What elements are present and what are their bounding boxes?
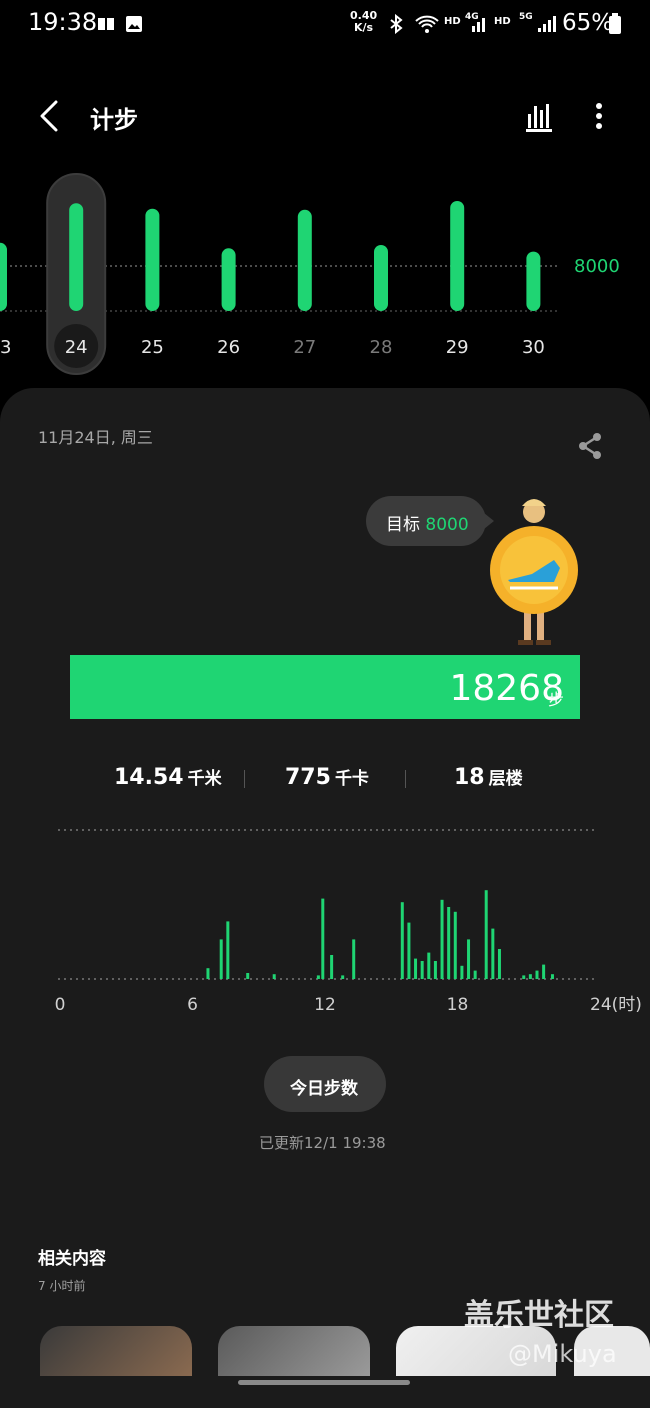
share-icon[interactable] xyxy=(574,430,606,462)
related-content-time: 7 小时前 xyxy=(38,1279,86,1293)
hourly-bar-15 xyxy=(433,961,437,979)
calories-stat: 775 千卡 xyxy=(285,765,369,790)
hourly-bar-20 xyxy=(467,939,471,979)
hourly-bar-0 xyxy=(206,968,210,979)
day-label-26[interactable]: 26 xyxy=(217,337,240,358)
hourly-bar-21 xyxy=(473,970,477,979)
signal-icon-2 xyxy=(538,16,556,32)
week-bar-25[interactable] xyxy=(145,208,160,311)
stat-divider xyxy=(244,770,245,788)
week-bar-27[interactable] xyxy=(297,209,312,311)
bar-chart-icon[interactable] xyxy=(520,98,560,138)
hd-label-1: HD xyxy=(444,16,461,27)
hourly-bar-29 xyxy=(550,974,554,979)
day-label-27[interactable]: 27 xyxy=(293,337,316,358)
hourly-bar-4 xyxy=(272,974,276,979)
goal-bubble-text: 目标 8000 xyxy=(386,515,469,535)
network-label-2: 5G xyxy=(519,12,533,22)
hour-axis-label: 6 xyxy=(187,995,198,1015)
net-speed: 0.40 K/s xyxy=(350,9,378,34)
hourly-bar-19 xyxy=(460,965,464,979)
back-button[interactable] xyxy=(30,96,70,136)
stat-divider xyxy=(405,770,406,788)
hourly-bar-16 xyxy=(440,899,444,979)
hourly-bar-3 xyxy=(246,973,250,979)
hourly-bar-28 xyxy=(542,964,546,979)
day-label-29[interactable]: 29 xyxy=(446,337,469,358)
goal-line-label: 8000 xyxy=(574,256,620,277)
hour-axis-label: 24(时) xyxy=(590,995,642,1015)
watermark: 盖乐世社区 xyxy=(464,1298,614,1333)
battery-icon xyxy=(609,13,621,34)
image-icon xyxy=(126,16,142,32)
hourly-bar-9 xyxy=(352,939,356,979)
today-steps-label[interactable]: 今日步数 xyxy=(290,1074,358,1099)
bluetooth-icon xyxy=(390,14,403,34)
hourly-bar-13 xyxy=(420,961,424,979)
hourly-bar-7 xyxy=(330,955,334,979)
week-bar-26[interactable] xyxy=(221,248,236,311)
hourly-bar-24 xyxy=(497,949,501,979)
battery-percentage: 65% xyxy=(562,10,614,36)
week-bar-29[interactable] xyxy=(450,201,465,311)
day-label-25[interactable]: 25 xyxy=(141,337,164,358)
hourly-bar-2 xyxy=(226,921,230,979)
hourly-bar-12 xyxy=(414,958,418,979)
date-label: 11月24日, 周三 xyxy=(38,428,153,447)
related-content-title: 相关内容 xyxy=(38,1249,106,1269)
hourly-bar-5 xyxy=(316,975,320,979)
status-time: 19:38 xyxy=(28,8,98,36)
day-label-23[interactable]: 23 xyxy=(0,337,11,358)
floors-stat: 18 层楼 xyxy=(454,765,523,790)
distance-stat: 14.54 千米 xyxy=(114,765,222,790)
week-bar-30[interactable] xyxy=(526,251,541,311)
hourly-bar-25 xyxy=(522,975,526,979)
day-label-24[interactable]: 24 xyxy=(65,337,88,358)
hour-axis-label: 18 xyxy=(447,995,469,1015)
hourly-bar-10 xyxy=(400,902,404,979)
hourly-bar-1 xyxy=(219,939,223,979)
hourly-bar-22 xyxy=(484,890,488,979)
hd-label-2: HD xyxy=(494,16,511,27)
hourly-bar-17 xyxy=(447,907,451,979)
hourly-bar-14 xyxy=(427,952,431,979)
week-bar-28[interactable] xyxy=(374,245,388,311)
hourly-bar-8 xyxy=(341,975,345,979)
weekly-steps-chart[interactable]: 23 24 25 26 27 28 29 30 xyxy=(0,170,650,380)
wifi-icon xyxy=(415,15,439,33)
book-icon xyxy=(98,18,114,30)
hourly-bar-27 xyxy=(535,970,539,979)
week-bar-23[interactable] xyxy=(0,242,7,311)
day-label-28[interactable]: 28 xyxy=(370,337,393,358)
hour-axis-label: 12 xyxy=(314,995,336,1015)
page-title: 计步 xyxy=(90,106,138,134)
home-indicator[interactable] xyxy=(238,1380,410,1385)
step-unit: 步 xyxy=(548,690,565,709)
hourly-bar-23 xyxy=(491,928,495,979)
hourly-bar-26 xyxy=(528,974,532,979)
status-bar: 19:38 0.40 K/s HD 4G HD 5G 65% xyxy=(0,0,650,50)
mascot-illustration xyxy=(490,499,578,645)
step-count: 18268 xyxy=(449,668,564,709)
hourly-bar-11 xyxy=(407,922,411,979)
signal-icon-1 xyxy=(472,18,485,32)
day-label-30[interactable]: 30 xyxy=(522,337,545,358)
week-bar-24[interactable] xyxy=(69,203,84,311)
hourly-bar-6 xyxy=(321,898,325,979)
updated-label: 已更新12/1 19:38 xyxy=(259,1134,386,1152)
related-thumbnail[interactable] xyxy=(218,1326,370,1376)
hourly-bar-18 xyxy=(453,911,457,979)
related-thumbnail[interactable] xyxy=(40,1326,192,1376)
hour-axis-label: 0 xyxy=(55,995,66,1015)
watermark-handle: @Mikuya xyxy=(508,1340,617,1368)
more-options-icon[interactable] xyxy=(584,98,614,138)
hourly-steps-chart[interactable]: 0 6 12 18 24(时) xyxy=(0,820,650,1020)
